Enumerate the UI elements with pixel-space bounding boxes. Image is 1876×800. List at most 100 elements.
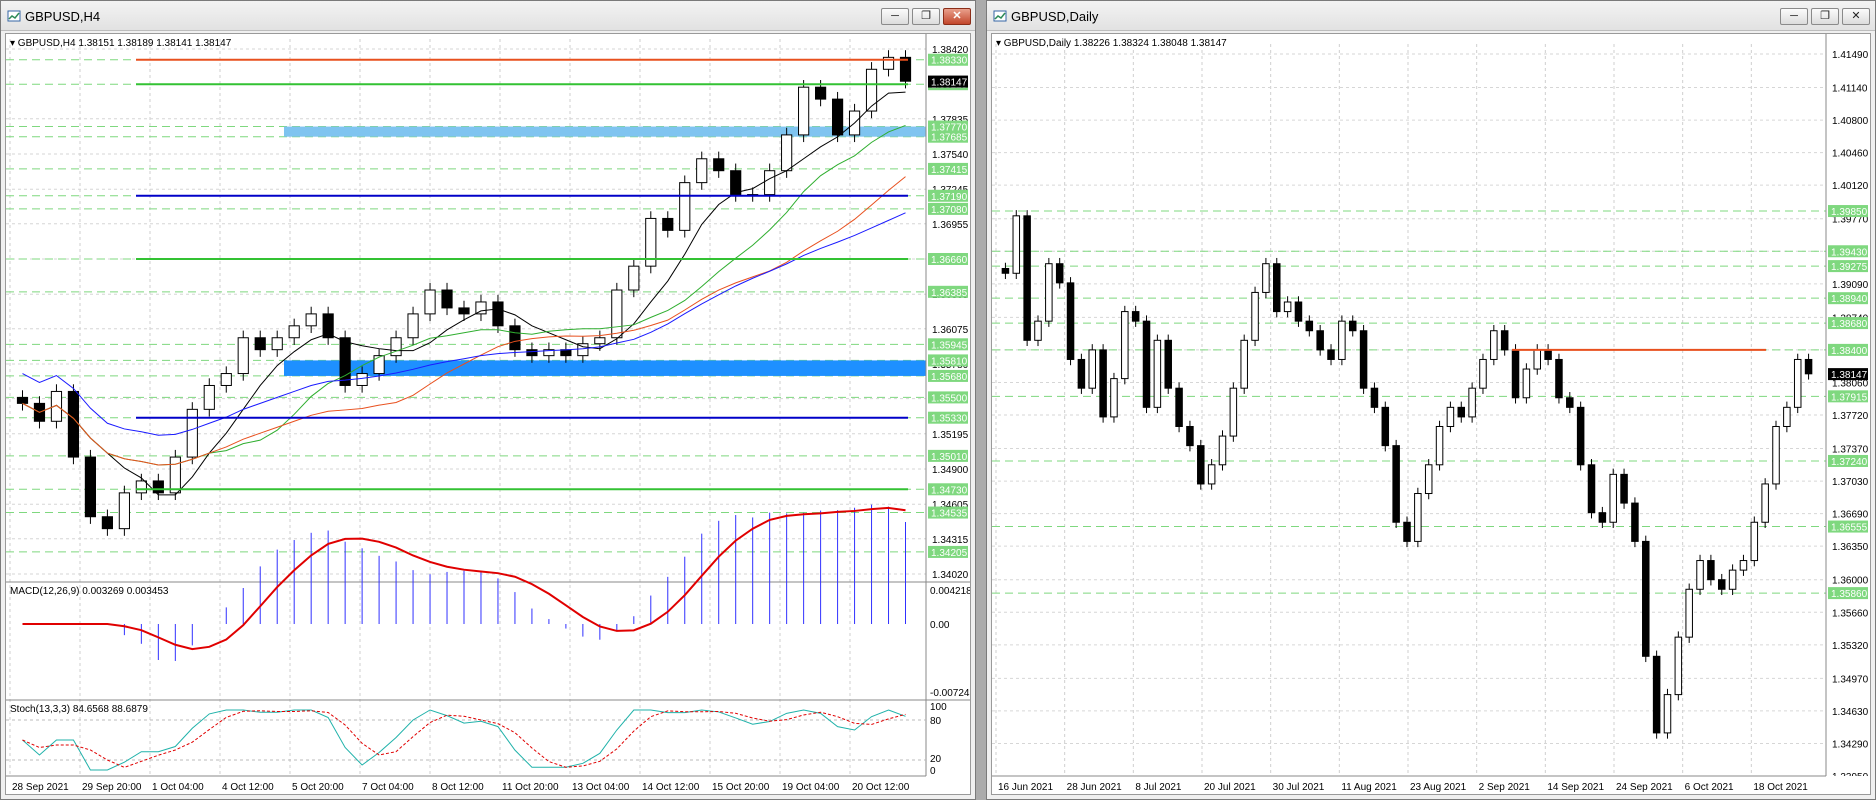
restore-button[interactable]: ❐	[912, 8, 940, 25]
h4-titlebar[interactable]: GBPUSD,H4 ─ ❐ ✕	[1, 1, 975, 31]
level-label: 1.37915	[1831, 392, 1868, 403]
x-tick-label: 18 Oct 2021	[1753, 782, 1808, 793]
candle-body	[1739, 560, 1748, 571]
h4-chart-area[interactable]: 1.384201.378351.375401.372451.369551.366…	[5, 33, 971, 795]
candle-body	[356, 373, 368, 386]
h4-chart-window[interactable]: GBPUSD,H4 ─ ❐ ✕ 1.38420 1.37835 1.37540 1.3…	[0, 0, 976, 800]
candle-body	[373, 355, 385, 375]
candle-body	[1240, 339, 1248, 389]
candle-body	[1522, 368, 1531, 399]
y-tick-label: 1.36000	[1832, 576, 1869, 587]
candle-body	[1620, 473, 1628, 504]
x-tick-label: 15 Oct 20:00	[712, 782, 770, 793]
level-label: 1.37080	[931, 205, 968, 216]
candle-body	[730, 170, 742, 196]
candle-body	[254, 337, 266, 351]
candle-body	[611, 289, 623, 339]
x-tick-label: 28 Sep 2021	[12, 782, 69, 793]
y-tick-label: 1.35320	[1832, 641, 1869, 652]
x-tick-label: 2 Sep 2021	[1479, 782, 1531, 793]
restore-button[interactable]: ❐	[1811, 8, 1839, 25]
candle-body	[1750, 521, 1759, 562]
stoch-k-line	[22, 709, 906, 771]
y-tick-label: 1.37370	[1832, 445, 1869, 456]
x-tick-label: 30 Jul 2021	[1273, 782, 1325, 793]
symbol-info-line: ▾ GBPUSD,Daily 1.38226 1.38324 1.38048 1…	[996, 38, 1227, 49]
candle-body	[1197, 445, 1205, 485]
candle-body	[1500, 330, 1509, 351]
candle-body	[662, 217, 674, 231]
candle-body	[288, 325, 300, 339]
candle-body	[1511, 349, 1520, 399]
daily-titlebar[interactable]: GBPUSD,Daily ─ ❐ ✕	[987, 1, 1875, 31]
y-tick-label: 1.40800	[1832, 116, 1869, 127]
h4-window-title: GBPUSD,H4	[25, 9, 101, 24]
close-button[interactable]: ✕	[1842, 8, 1870, 25]
y-tick-label: 1.40120	[1832, 181, 1869, 192]
x-tick-label: 8 Jul 2021	[1135, 782, 1182, 793]
candle-body	[475, 301, 487, 315]
level-label: 1.38330	[931, 56, 968, 67]
candle-body	[186, 408, 198, 458]
candle-body	[1457, 406, 1466, 418]
candle-body	[1164, 339, 1172, 389]
candle-body	[713, 158, 725, 172]
candle-body	[1251, 291, 1259, 341]
minimize-button[interactable]: ─	[1780, 8, 1808, 25]
candle-body	[1544, 349, 1552, 360]
candle-body	[1587, 464, 1596, 514]
daily-chart-window[interactable]: GBPUSD,Daily ─ ❐ ✕ 1.41490 1.41140 1.40800…	[986, 0, 1876, 800]
candle-body	[781, 134, 793, 172]
h4-chart-svg[interactable]: 1.384201.378351.375401.372451.369551.366…	[6, 34, 971, 795]
candle-body	[1088, 349, 1097, 389]
stoch-tick-label: 0	[930, 766, 936, 777]
candle-body	[1761, 483, 1769, 523]
candle-body	[1717, 579, 1726, 590]
candle-body	[1273, 263, 1281, 313]
x-tick-label: 19 Oct 04:00	[782, 782, 840, 793]
candle-body	[1153, 339, 1162, 408]
candle-body	[1696, 560, 1704, 590]
candle-body	[1728, 569, 1737, 590]
candle-body	[1707, 560, 1715, 581]
candle-body	[1283, 301, 1292, 313]
candle-body	[1468, 387, 1476, 418]
level-label: 1.37190	[931, 192, 968, 203]
level-label: 1.39850	[1831, 207, 1868, 218]
candle-body	[1490, 330, 1498, 360]
y-tick-label: 1.35195	[932, 430, 969, 441]
level-label: 1.35810	[931, 356, 968, 367]
candle-body	[1598, 512, 1607, 523]
candle-body	[764, 170, 776, 196]
y-tick-label: 1.37030	[1832, 477, 1869, 488]
macd-tick-label: 0.00	[930, 620, 950, 631]
candle-body	[1142, 320, 1151, 408]
candle-body	[1229, 387, 1238, 437]
candle-body	[407, 313, 419, 339]
candle-body	[560, 349, 572, 357]
candle-body	[1294, 301, 1303, 322]
minimize-button[interactable]: ─	[881, 8, 909, 25]
moving-average-line	[22, 212, 906, 436]
close-button[interactable]: ✕	[943, 8, 971, 25]
candle-body	[899, 56, 912, 82]
level-label: 1.39275	[1831, 262, 1868, 273]
candle-body	[509, 325, 521, 351]
macd-tick-label: -0.007248	[930, 688, 971, 699]
candle-body	[424, 289, 436, 315]
candle-body	[67, 390, 80, 458]
candle-body	[1316, 330, 1324, 351]
candle-body	[390, 337, 402, 357]
candle-body	[526, 349, 538, 357]
x-tick-label: 20 Jul 2021	[1204, 782, 1256, 793]
level-label: 1.37685	[931, 133, 968, 144]
candle-body	[1110, 378, 1118, 418]
candle-body	[1642, 540, 1650, 657]
y-tick-label: 1.34900	[932, 465, 969, 476]
candle-body	[1359, 330, 1368, 389]
candle-body	[1381, 406, 1390, 447]
candle-body	[84, 456, 97, 518]
daily-chart-svg[interactable]: 1.414901.411401.408001.404601.401201.397…	[992, 34, 1871, 795]
x-tick-label: 24 Sep 2021	[1616, 782, 1673, 793]
daily-chart-area[interactable]: 1.41490 1.41140 1.40800 1.40460 1.40120 1.397…	[991, 33, 1871, 795]
